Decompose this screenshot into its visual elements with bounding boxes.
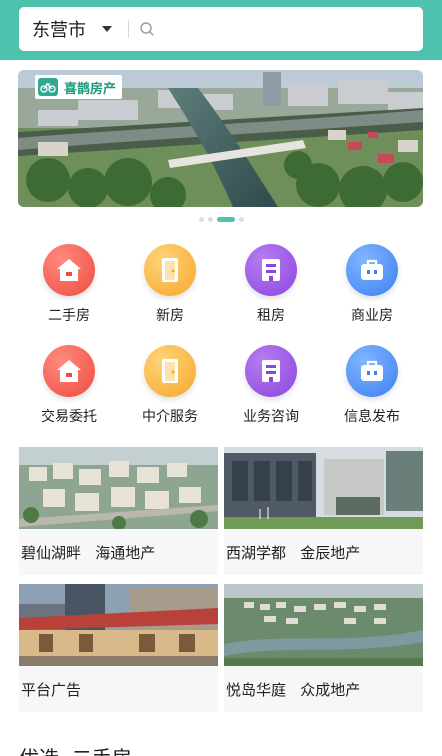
carousel-dot[interactable] (198, 216, 204, 222)
section-title: 优选 二手房 (19, 742, 132, 756)
search-divider (128, 20, 129, 38)
category-label: 业务咨询 (243, 409, 299, 425)
brand-badge: 喜鹊房产 (35, 75, 123, 99)
carousel-dot[interactable] (207, 216, 213, 222)
property-title: 悦岛华庭 众成地产 (226, 680, 361, 699)
brand-name: 喜鹊房产 (64, 81, 117, 97)
category-label: 交易委托 (41, 409, 97, 425)
property-image (224, 447, 423, 529)
property-title: 碧仙湖畔 海通地产 (21, 543, 156, 562)
carousel-dot[interactable] (238, 216, 244, 222)
category-rent[interactable]: 租房 (221, 244, 321, 325)
bicycle-logo-icon (38, 78, 58, 96)
city-label: 东营市 (32, 20, 86, 41)
carousel-indicator (0, 216, 442, 222)
category-label: 中介服务 (142, 409, 198, 425)
property-card[interactable]: 悦岛华庭 众成地产 (224, 584, 423, 712)
category-label: 商业房 (351, 308, 393, 324)
property-image (224, 584, 423, 666)
city-selector[interactable]: 东营市 (19, 7, 112, 51)
briefcase-icon (346, 244, 398, 296)
property-title: 平台广告 (21, 680, 82, 699)
carousel-dot-active[interactable] (216, 216, 235, 222)
house-icon (43, 244, 95, 296)
category-publish[interactable]: 信息发布 (322, 345, 422, 426)
property-image (19, 584, 218, 666)
category-trade-entrust[interactable]: 交易委托 (19, 345, 119, 426)
property-image (19, 447, 218, 529)
caret-down-icon (102, 26, 112, 32)
building-icon (245, 345, 297, 397)
category-label: 租房 (257, 308, 285, 324)
category-label: 信息发布 (344, 409, 400, 425)
category-commercial[interactable]: 商业房 (322, 244, 422, 325)
property-card[interactable]: 平台广告 (19, 584, 218, 712)
door-icon (144, 244, 196, 296)
search-input[interactable] (155, 7, 423, 51)
property-title: 西湖学都 金辰地产 (226, 543, 361, 562)
building-icon (245, 244, 297, 296)
door-icon (144, 345, 196, 397)
search-bar: 东营市 (19, 7, 423, 51)
category-consult[interactable]: 业务咨询 (221, 345, 321, 426)
category-agency[interactable]: 中介服务 (120, 345, 220, 426)
search-icon (140, 22, 154, 36)
category-newhouse[interactable]: 新房 (120, 244, 220, 325)
property-card[interactable]: 西湖学都 金辰地产 (224, 447, 423, 575)
category-secondhand[interactable]: 二手房 (19, 244, 119, 325)
category-label: 新房 (156, 308, 184, 324)
category-label: 二手房 (48, 308, 90, 324)
property-card[interactable]: 碧仙湖畔 海通地产 (19, 447, 218, 575)
banner-carousel[interactable]: 喜鹊房产 (18, 70, 423, 207)
house-icon (43, 345, 95, 397)
top-header: 东营市 (0, 0, 442, 60)
briefcase-icon (346, 345, 398, 397)
